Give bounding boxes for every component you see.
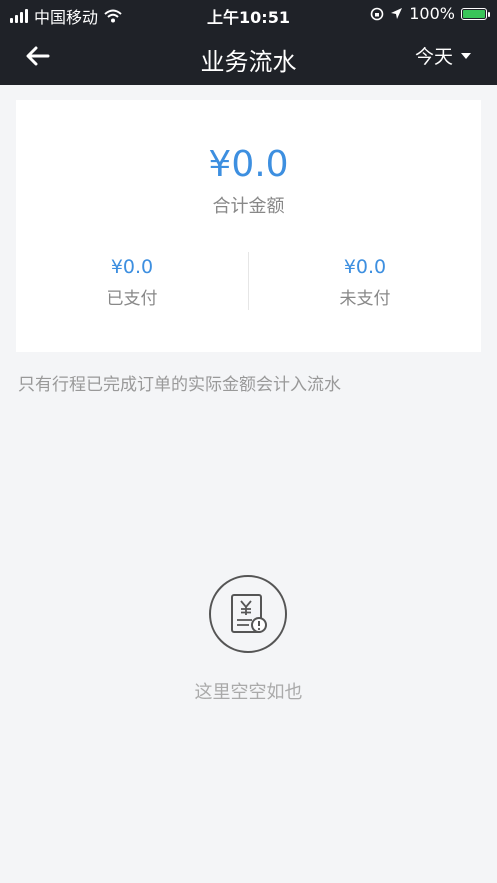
unpaid-amount: ¥0.0 — [343, 256, 387, 278]
unpaid-label: 未支付 — [339, 289, 391, 309]
paid-column: ¥0.0 已支付 — [16, 256, 248, 309]
unpaid-column: ¥0.0 未支付 — [249, 256, 481, 309]
top-bar: 中国移动 上午10:51 100% 业务流水 今天 — [0, 0, 497, 85]
battery-icon — [461, 7, 490, 20]
receipt-icon — [209, 575, 287, 653]
location-icon — [391, 8, 403, 19]
battery-percent: 100% — [409, 4, 455, 23]
status-bar: 中国移动 上午10:51 100% — [0, 0, 497, 28]
empty-state-text: 这里空空如也 — [194, 682, 303, 703]
info-note: 只有行程已完成订单的实际金额会计入流水 — [18, 375, 341, 395]
total-amount-label: 合计金额 — [212, 196, 285, 217]
paid-amount: ¥0.0 — [110, 256, 154, 278]
status-right: 100% — [370, 4, 490, 23]
summary-card: ¥0.0 合计金额 ¥0.0 已支付 ¥0.0 未支付 — [16, 100, 481, 352]
total-amount: ¥0.0 — [208, 144, 289, 185]
nav-bar: 业务流水 今天 — [0, 28, 497, 85]
paid-label: 已支付 — [106, 289, 158, 309]
caret-down-icon — [461, 52, 471, 59]
date-filter-label: 今天 — [414, 46, 453, 68]
rotation-lock-icon — [370, 7, 384, 20]
date-filter-dropdown[interactable]: 今天 — [415, 42, 471, 69]
